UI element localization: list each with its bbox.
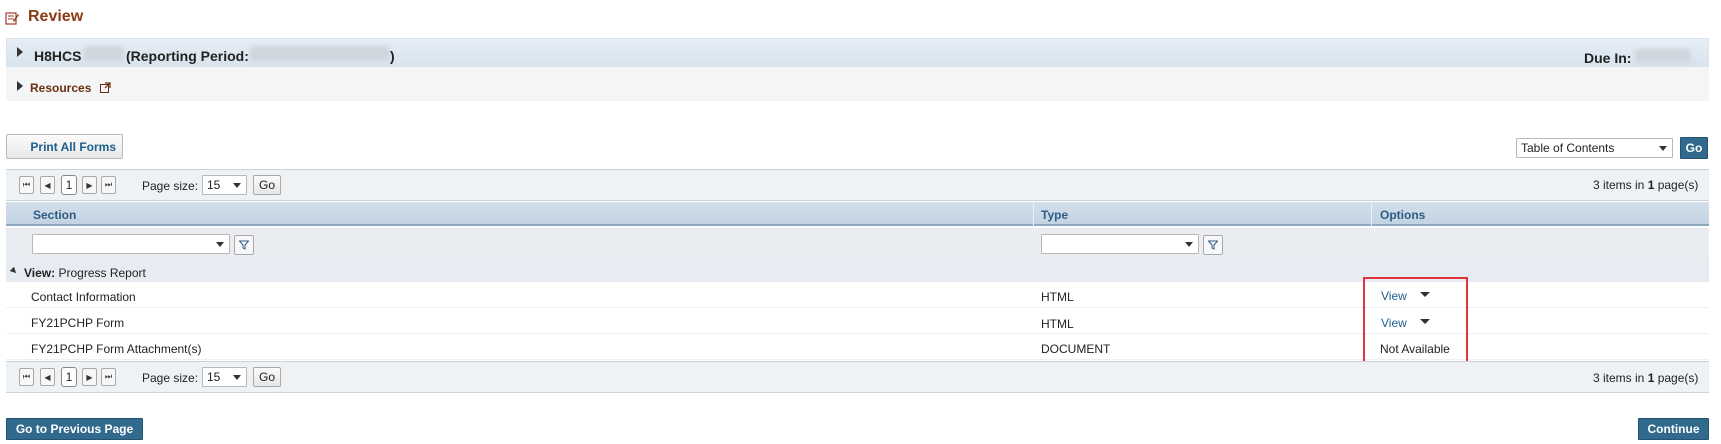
- page-size-go-button[interactable]: Go: [253, 175, 281, 195]
- page-size-select[interactable]: 15: [202, 367, 247, 387]
- row-type: HTML: [1041, 317, 1074, 331]
- pager-summary: 3 items in 1 page(s): [1593, 371, 1698, 385]
- column-divider: [1371, 202, 1372, 226]
- expand-arrow-icon[interactable]: [17, 47, 23, 57]
- chevron-down-icon: [233, 183, 241, 188]
- grant-number-label[interactable]: H8HCS: [34, 48, 81, 64]
- table-of-contents-select[interactable]: Table of Contents: [1516, 138, 1673, 158]
- grid-header-row: [6, 202, 1709, 226]
- next-page-button[interactable]: ▶: [82, 176, 97, 194]
- group-label: View: Progress Report: [24, 266, 146, 280]
- redacted-due-days: [1635, 49, 1691, 63]
- previous-page-button[interactable]: ◀: [40, 368, 55, 386]
- last-page-button[interactable]: ⏭: [101, 368, 116, 386]
- due-in-label: Due In:: [1584, 50, 1632, 66]
- section-filter-button[interactable]: [234, 235, 254, 255]
- grant-number: H8HCS: [34, 48, 82, 64]
- page-size-go-button[interactable]: Go: [253, 367, 281, 387]
- page-size-label: Page size:: [142, 371, 199, 385]
- redacted-grant-suffix: [84, 46, 124, 61]
- resources-panel: [6, 67, 1709, 101]
- row-type: DOCUMENT: [1041, 342, 1111, 356]
- group-label-key: View:: [24, 266, 56, 280]
- next-page-button[interactable]: ▶: [82, 368, 97, 386]
- page-number-button[interactable]: 1: [61, 367, 77, 387]
- reporting-period-label: (Reporting Period:: [126, 48, 249, 64]
- row-section: FY21PCHP Form: [31, 316, 125, 330]
- page-size-value: 15: [207, 370, 221, 384]
- toc-selected-value: Table of Contents: [1521, 141, 1615, 155]
- column-divider: [1033, 202, 1034, 226]
- row-section: Contact Information: [31, 290, 136, 304]
- page-size-label: Page size:: [142, 179, 199, 193]
- summary-suffix: page(s): [1654, 371, 1699, 385]
- column-header-options[interactable]: Options: [1380, 208, 1425, 222]
- external-link-icon: [100, 82, 111, 93]
- type-filter-input[interactable]: [1041, 234, 1199, 254]
- go-to-previous-page-button[interactable]: Go to Previous Page: [6, 418, 143, 440]
- last-page-button[interactable]: ⏭: [101, 176, 116, 194]
- section-filter-input[interactable]: [32, 234, 230, 254]
- group-label-value: Progress Report: [58, 266, 146, 280]
- page-size-value: 15: [207, 178, 221, 192]
- toc-go-button[interactable]: Go: [1680, 137, 1708, 159]
- summary-prefix: 3 items in: [1593, 371, 1648, 385]
- expand-arrow-icon[interactable]: [17, 81, 23, 91]
- redacted-reporting-period: [250, 46, 390, 61]
- pager-summary: 3 items in 1 page(s): [1593, 178, 1698, 192]
- column-header-section[interactable]: Section: [33, 208, 76, 222]
- options-highlight-box: [1363, 277, 1468, 368]
- page-number-button[interactable]: 1: [61, 175, 77, 195]
- resources-link[interactable]: Resources: [30, 81, 91, 95]
- summary-suffix: page(s): [1654, 178, 1699, 192]
- column-header-type[interactable]: Type: [1041, 208, 1068, 222]
- page-size-select[interactable]: 15: [202, 175, 247, 195]
- filter-icon: [1208, 240, 1218, 250]
- filter-icon: [239, 240, 249, 250]
- first-page-button[interactable]: ⏮: [19, 368, 34, 386]
- row-type: HTML: [1041, 290, 1074, 304]
- row-section: FY21PCHP Form Attachment(s): [31, 342, 202, 356]
- chevron-down-icon: [233, 375, 241, 380]
- type-filter-button[interactable]: [1203, 235, 1223, 255]
- print-all-forms-button[interactable]: Print All Forms: [6, 134, 123, 159]
- chevron-down-icon: [216, 242, 224, 247]
- reporting-period-close: ): [390, 48, 395, 64]
- summary-prefix: 3 items in: [1593, 178, 1648, 192]
- grid-filter-row: [6, 228, 1709, 262]
- review-form-icon: [5, 12, 19, 25]
- previous-page-button[interactable]: ◀: [40, 176, 55, 194]
- page-title: Review: [28, 8, 84, 25]
- chevron-down-icon: [1185, 242, 1193, 247]
- first-page-button[interactable]: ⏮: [19, 176, 34, 194]
- continue-button[interactable]: Continue: [1638, 418, 1709, 440]
- chevron-down-icon: [1659, 146, 1667, 151]
